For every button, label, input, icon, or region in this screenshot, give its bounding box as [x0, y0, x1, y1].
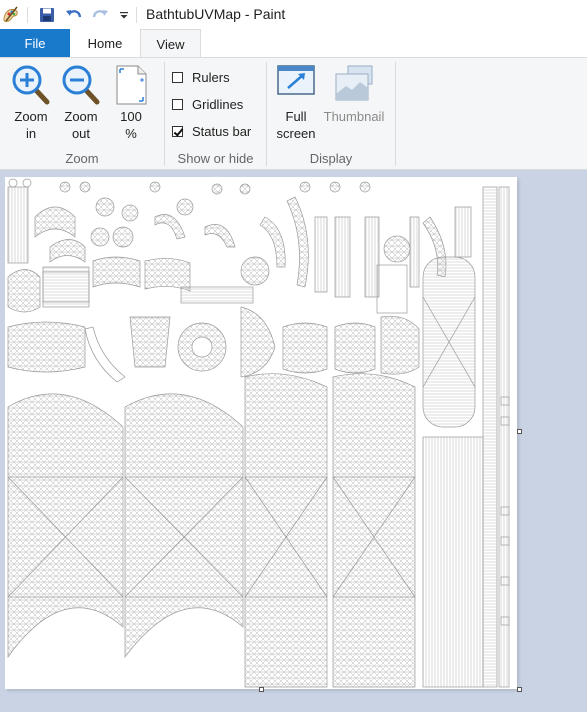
status-bar-checkbox-box[interactable] [172, 125, 183, 137]
title-separator [136, 7, 137, 23]
zoom-in-button[interactable]: Zoom in [8, 64, 54, 142]
ribbon-tabs: File Home View [0, 29, 587, 58]
zoom-out-button[interactable]: Zoom out [58, 64, 104, 142]
canvas-workspace [0, 170, 587, 712]
zoom-out-label-line1: Zoom [64, 109, 98, 124]
full-screen-button[interactable]: Full screen [272, 64, 320, 142]
show-or-hide-group-label: Show or hide [177, 151, 254, 166]
redo-icon[interactable] [90, 5, 110, 25]
tab-view[interactable]: View [140, 29, 201, 58]
thumbnail-icon [320, 64, 388, 108]
actual-size-label-line2: % [125, 126, 137, 141]
rulers-checkbox[interactable]: Rulers [172, 68, 230, 86]
canvas-resize-handle-right[interactable] [517, 429, 522, 434]
uv-middle-parts [7, 256, 420, 383]
status-bar-checkbox[interactable]: Status bar [172, 122, 251, 140]
title-separator [27, 7, 28, 23]
full-screen-icon [272, 64, 320, 108]
thumbnail-label: Thumbnail [323, 109, 385, 124]
zoom-in-label-line1: Zoom [14, 109, 48, 124]
uv-map-drawing [7, 178, 510, 688]
thumbnail-button[interactable]: Thumbnail [320, 64, 388, 125]
undo-icon[interactable] [64, 5, 84, 25]
tab-home[interactable]: Home [78, 29, 132, 58]
rulers-checkbox-box[interactable] [172, 71, 183, 83]
ribbon-view: Zoom in Zoom out 100 % Zoom Rulers Gridl… [0, 57, 587, 170]
canvas-resize-handle-corner[interactable] [517, 687, 522, 692]
full-screen-label-line1: Full [285, 109, 307, 124]
canvas-resize-handle-bottom[interactable] [259, 687, 264, 692]
paint-app-icon[interactable] [1, 5, 21, 25]
gridlines-checkbox-box[interactable] [172, 98, 183, 110]
image-canvas[interactable] [5, 177, 517, 689]
zoom-out-icon [58, 64, 104, 108]
rulers-label: Rulers [192, 69, 230, 85]
group-separator [395, 62, 396, 166]
zoom-group-label: Zoom [65, 151, 99, 166]
zoom-in-label-line2: in [25, 126, 37, 141]
display-group-label: Display [309, 151, 353, 166]
zoom-in-icon [8, 64, 54, 108]
title-bar: BathtubUVMap - Paint [0, 0, 587, 30]
status-bar-label: Status bar [192, 123, 252, 139]
gridlines-label: Gridlines [192, 96, 244, 112]
zoom-out-label-line2: out [71, 126, 91, 141]
actual-size-label-line1: 100 [120, 109, 142, 124]
document-100-icon [110, 64, 152, 108]
customize-quick-access-icon[interactable] [114, 5, 134, 25]
full-screen-label-line2: screen [276, 126, 316, 141]
save-icon[interactable] [37, 5, 57, 25]
gridlines-checkbox[interactable]: Gridlines [172, 95, 243, 113]
actual-size-button[interactable]: 100 % [110, 64, 152, 142]
tab-file[interactable]: File [0, 29, 70, 58]
window-title: BathtubUVMap - Paint [146, 6, 286, 22]
